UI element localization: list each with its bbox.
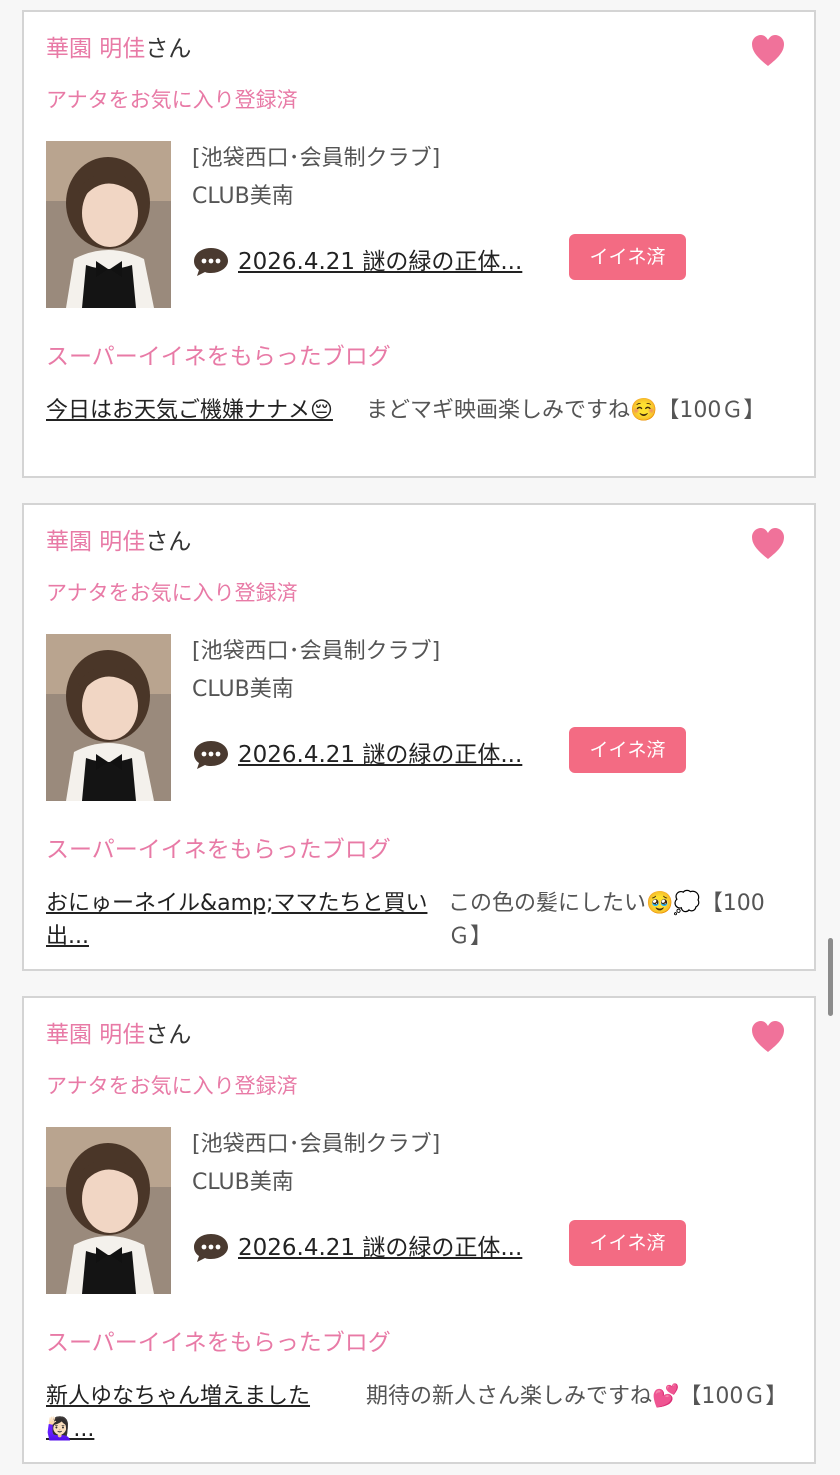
favorite-status: アナタをお気に入り登録済 bbox=[46, 1074, 298, 1098]
super-like-blog-title[interactable]: 新人ゆなちゃん増えました🙋🏻‍♀️... bbox=[46, 1380, 346, 1446]
cast-name-row[interactable]: 華園 明佳さん bbox=[46, 1020, 191, 1050]
cast-avatar[interactable] bbox=[46, 141, 171, 308]
shop-name: CLUB美南 bbox=[192, 677, 294, 702]
super-like-comment: まどマギ映画楽しみですね☺️【100Ｇ】 bbox=[366, 398, 766, 423]
latest-blog-link[interactable]: 2026.4.21 謎の緑の正体... bbox=[238, 246, 522, 278]
super-like-blog-title[interactable]: 今日はお天気ご機嫌ナナメ😔 bbox=[46, 394, 346, 427]
favorite-card: 華園 明佳さん アナタをお気に入り登録済 [池袋西口･会員制クラブ] CLUB美… bbox=[22, 503, 816, 971]
super-like-comment: 期待の新人さん楽しみですね💕【100Ｇ】 bbox=[366, 1384, 788, 1409]
cast-name-row[interactable]: 華園 明佳さん bbox=[46, 527, 191, 557]
favorite-status: アナタをお気に入り登録済 bbox=[46, 88, 298, 112]
cast-avatar[interactable] bbox=[46, 634, 171, 801]
favorite-card: 華園 明佳さん アナタをお気に入り登録済 [池袋西口･会員制クラブ] CLUB美… bbox=[22, 10, 816, 478]
name-suffix: さん bbox=[145, 36, 192, 62]
like-done-button[interactable]: イイネ済 bbox=[569, 234, 686, 280]
favorite-status: アナタをお気に入り登録済 bbox=[46, 581, 298, 605]
name-suffix: さん bbox=[145, 1022, 192, 1048]
shop-name: CLUB美南 bbox=[192, 1170, 294, 1195]
cast-name[interactable]: 華園 明佳 bbox=[46, 1022, 145, 1048]
favorites-list-page: 華園 明佳さん アナタをお気に入り登録済 [池袋西口･会員制クラブ] CLUB美… bbox=[0, 0, 840, 1475]
shop-name: CLUB美南 bbox=[192, 184, 294, 209]
cast-name[interactable]: 華園 明佳 bbox=[46, 529, 145, 555]
speech-bubble-icon bbox=[194, 248, 228, 276]
super-like-heading: スーパーイイネをもらったブログ bbox=[46, 1330, 391, 1356]
super-like-blog-title[interactable]: おにゅーネイル&amp;ママたちと買い出... bbox=[46, 887, 446, 953]
shop-area: [池袋西口･会員制クラブ] bbox=[192, 1132, 441, 1157]
cast-name-row[interactable]: 華園 明佳さん bbox=[46, 34, 191, 64]
speech-bubble-icon bbox=[194, 1234, 228, 1262]
super-like-heading: スーパーイイネをもらったブログ bbox=[46, 344, 391, 370]
super-like-heading: スーパーイイネをもらったブログ bbox=[46, 837, 391, 863]
shop-area: [池袋西口･会員制クラブ] bbox=[192, 146, 441, 171]
name-suffix: さん bbox=[145, 529, 192, 555]
cast-name[interactable]: 華園 明佳 bbox=[46, 36, 145, 62]
like-done-button[interactable]: イイネ済 bbox=[569, 727, 686, 773]
latest-blog-link[interactable]: 2026.4.21 謎の緑の正体... bbox=[238, 1232, 522, 1264]
scrollbar[interactable] bbox=[828, 938, 833, 1016]
favorite-card: 華園 明佳さん アナタをお気に入り登録済 [池袋西口･会員制クラブ] CLUB美… bbox=[22, 996, 816, 1464]
like-done-button[interactable]: イイネ済 bbox=[569, 1220, 686, 1266]
heart-icon[interactable] bbox=[750, 527, 786, 561]
heart-icon[interactable] bbox=[750, 34, 786, 68]
heart-icon[interactable] bbox=[750, 1020, 786, 1054]
cast-avatar[interactable] bbox=[46, 1127, 171, 1294]
latest-blog-link[interactable]: 2026.4.21 謎の緑の正体... bbox=[238, 739, 522, 771]
speech-bubble-icon bbox=[194, 741, 228, 769]
shop-area: [池袋西口･会員制クラブ] bbox=[192, 639, 441, 664]
super-like-comment: この色の髪にしたい🥹💭【100Ｇ】 bbox=[448, 891, 765, 949]
